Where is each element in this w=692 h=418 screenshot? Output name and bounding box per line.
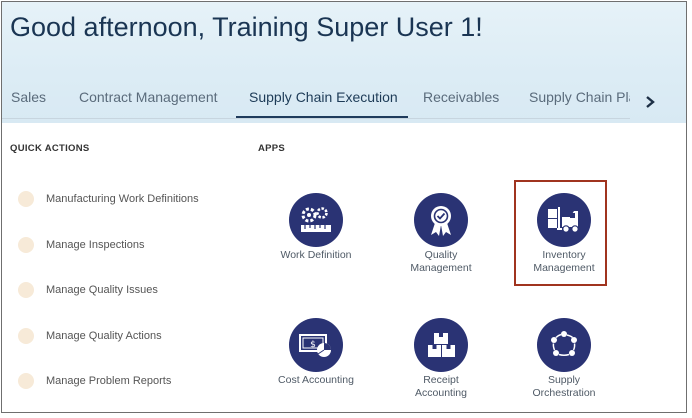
quick-action-quality-issues[interactable]: Manage Quality Issues	[18, 279, 158, 301]
quick-actions-heading: QUICK ACTIONS	[10, 143, 90, 154]
app-supply-orchestration[interactable]: Supply Orchestration	[514, 318, 614, 400]
quick-action-problem-reports[interactable]: Manage Problem Reports	[18, 370, 171, 392]
app-icon-circle	[414, 318, 468, 372]
welcome-banner: Good afternoon, Training Super User 1! S…	[2, 2, 686, 123]
app-icon-circle	[537, 318, 591, 372]
chevron-right-icon	[646, 96, 655, 108]
springboard-tabs: Sales Contract Management Supply Chain E…	[2, 82, 630, 118]
app-inventory-management[interactable]: Inventory Management	[514, 193, 614, 275]
quality-actions-icon	[18, 328, 34, 344]
app-label: Supply Orchestration	[532, 374, 596, 399]
app-label: Inventory Management	[533, 249, 595, 274]
work-definitions-icon	[18, 191, 34, 207]
boxes-icon	[428, 333, 455, 357]
quality-issues-icon	[18, 282, 34, 298]
tab-supply-chain-planning[interactable]: Supply Chain Plan	[529, 89, 630, 105]
app-icon-circle	[414, 193, 468, 247]
app-icon-circle	[289, 193, 343, 247]
quick-action-inspections[interactable]: Manage Inspections	[18, 234, 144, 256]
svg-text:$: $	[310, 340, 316, 350]
app-quality-management[interactable]: Quality Management	[391, 193, 491, 275]
quick-action-label: Manage Problem Reports	[46, 375, 172, 387]
forklift-icon	[548, 207, 579, 233]
cycle-arrows-icon	[551, 331, 577, 356]
app-label: Cost Accounting	[278, 374, 354, 386]
app-label: Receipt Accounting	[415, 374, 467, 399]
quick-action-label: Manufacturing Work Definitions	[46, 193, 199, 205]
apps-heading: APPS	[258, 143, 286, 154]
award-ribbon-icon	[431, 206, 451, 236]
tab-sales[interactable]: Sales	[11, 89, 46, 105]
app-icon-circle	[537, 193, 591, 247]
app-cost-accounting[interactable]: $ Cost Accounting	[266, 318, 366, 387]
tab-supply-chain-execution[interactable]: Supply Chain Execution	[249, 89, 398, 105]
quick-action-quality-actions[interactable]: Manage Quality Actions	[18, 325, 162, 347]
inspections-icon	[18, 237, 34, 253]
quick-action-label: Manage Quality Issues	[46, 284, 158, 296]
active-tab-indicator	[236, 116, 408, 118]
greeting-title: Good afternoon, Training Super User 1!	[10, 12, 483, 42]
quick-action-label: Manage Inspections	[46, 239, 145, 251]
app-label: Quality Management	[410, 249, 472, 274]
app-work-definition[interactable]: Work Definition	[266, 193, 366, 262]
gears-ruler-icon	[301, 207, 331, 232]
quick-action-work-definitions[interactable]: Manufacturing Work Definitions	[18, 188, 199, 210]
tab-divider	[2, 118, 630, 119]
problem-reports-icon	[18, 373, 34, 389]
quick-action-label: Manage Quality Actions	[46, 330, 162, 342]
cash-chart-icon: $	[299, 334, 331, 357]
home-page: Good afternoon, Training Super User 1! S…	[1, 1, 687, 413]
app-receipt-accounting[interactable]: Receipt Accounting	[391, 318, 491, 400]
tab-contract-management[interactable]: Contract Management	[79, 89, 218, 105]
app-icon-circle: $	[289, 318, 343, 372]
app-label: Work Definition	[280, 249, 352, 261]
tab-receivables[interactable]: Receivables	[423, 89, 499, 105]
next-tabs-button[interactable]	[640, 92, 660, 112]
